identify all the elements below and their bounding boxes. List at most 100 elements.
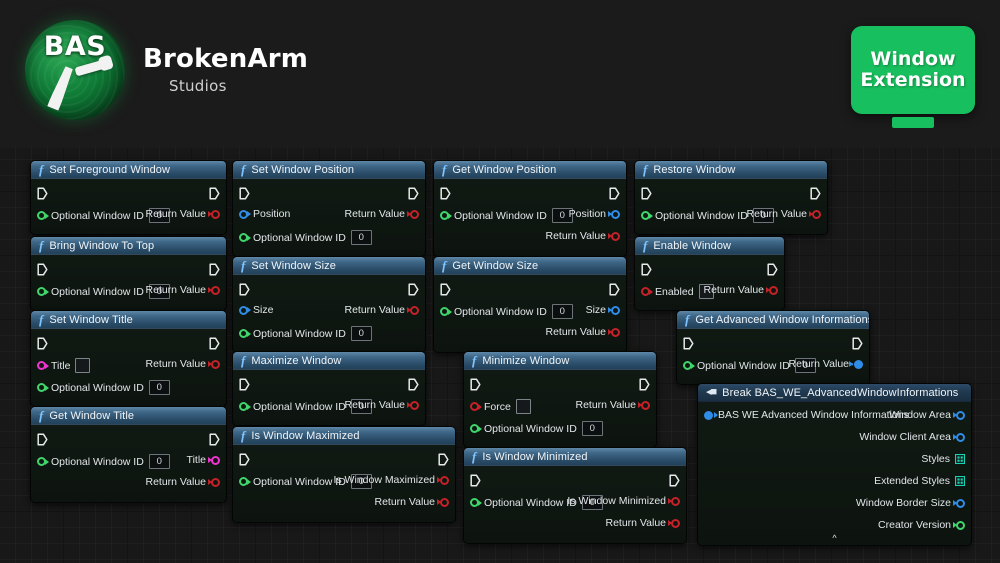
exec-out-pin[interactable]	[609, 283, 620, 296]
pin-connector[interactable]	[608, 327, 620, 337]
node-header[interactable]: ◂■ Break BAS_WE_AdvancedWindowInformation…	[698, 384, 971, 402]
exec-in-pin[interactable]	[37, 263, 48, 276]
node-maximize-window[interactable]: f Maximize Window Optional Window ID 0 Retur…	[232, 351, 426, 426]
pin-connector[interactable]	[37, 457, 49, 466]
pin-connector[interactable]	[470, 402, 482, 411]
pin-right[interactable]: Return Value	[788, 358, 863, 370]
node-minimize-window[interactable]: f Minimize Window Force Return Value Optiona…	[463, 351, 657, 448]
pin-value-input[interactable]: 0	[350, 326, 372, 341]
exec-in-pin[interactable]	[239, 453, 250, 466]
pin-right[interactable]: Is Window Minimized	[567, 495, 680, 507]
pin-connector[interactable]	[437, 497, 449, 507]
pin-left[interactable]: Size	[239, 304, 273, 316]
node-header[interactable]: f Get Window Position	[434, 161, 626, 179]
pin-connector[interactable]	[407, 305, 419, 315]
node-header[interactable]: f Minimize Window	[464, 352, 656, 370]
node-enable-window[interactable]: f Enable Window Enabled Return Value	[634, 236, 785, 311]
node-set-window-position[interactable]: f Set Window Position Position Return Value…	[232, 160, 426, 257]
exec-out-pin[interactable]	[852, 337, 863, 350]
pin-connector[interactable]	[37, 383, 49, 392]
exec-out-pin[interactable]	[639, 378, 650, 391]
exec-out-pin[interactable]	[408, 187, 419, 200]
node-header[interactable]: f Get Advanced Window Informations	[677, 311, 869, 329]
pin-right[interactable]: Styles	[921, 453, 965, 465]
pin-value-input[interactable]: 0	[148, 454, 170, 469]
pin-connector[interactable]	[37, 287, 49, 296]
pin-right[interactable]: Return Value	[575, 399, 650, 411]
exec-out-pin[interactable]	[408, 378, 419, 391]
pin-right[interactable]: Return Value	[344, 208, 419, 220]
exec-out-pin[interactable]	[767, 263, 778, 276]
pin-left[interactable]: Title	[37, 358, 91, 373]
node-set-window-title[interactable]: f Set Window Title Title Return Value Option…	[30, 310, 227, 407]
pin-right[interactable]: Return Value	[344, 399, 419, 411]
pin-connector[interactable]	[849, 359, 863, 369]
pin-right[interactable]: Extended Styles	[874, 475, 965, 487]
pin-value-input[interactable]: 0	[148, 380, 170, 395]
pin-connector[interactable]	[953, 432, 965, 442]
pin-value-input[interactable]: 0	[350, 230, 372, 245]
pin-connector[interactable]	[668, 496, 680, 506]
pin-right[interactable]: Return Value	[145, 476, 220, 488]
pin-right[interactable]: Return Value	[605, 517, 680, 529]
exec-in-pin[interactable]	[239, 283, 250, 296]
pin-checkbox[interactable]	[515, 399, 531, 414]
pin-connector[interactable]	[470, 424, 482, 433]
pin-connector[interactable]	[608, 231, 620, 241]
pin-right[interactable]: Return Value	[145, 208, 220, 220]
pin-connector[interactable]	[208, 285, 220, 295]
exec-in-pin[interactable]	[470, 378, 481, 391]
pin-right[interactable]: Size	[586, 304, 620, 316]
node-bring-window-to-top[interactable]: f Bring Window To Top Optional Window ID 0 R…	[30, 236, 227, 311]
exec-out-pin[interactable]	[408, 283, 419, 296]
pin-connector[interactable]	[809, 209, 821, 219]
collapse-chevron-icon[interactable]: ^	[832, 534, 836, 543]
exec-in-pin[interactable]	[683, 337, 694, 350]
exec-out-pin[interactable]	[209, 263, 220, 276]
pin-left[interactable]: Force	[470, 399, 531, 414]
pin-connector[interactable]	[208, 359, 220, 369]
pin-connector[interactable]	[437, 475, 449, 485]
pin-right[interactable]: Window Area	[889, 409, 965, 421]
pin-right[interactable]: Return Value	[145, 358, 220, 370]
pin-connector[interactable]	[407, 400, 419, 410]
node-restore-window[interactable]: f Restore Window Optional Window ID 0 Return…	[634, 160, 828, 235]
pin-connector[interactable]	[641, 287, 653, 296]
exec-out-pin[interactable]	[669, 474, 680, 487]
pin-left[interactable]: Optional Window ID 0	[239, 326, 372, 341]
pin-connector[interactable]	[608, 305, 620, 315]
exec-out-pin[interactable]	[209, 187, 220, 200]
node-header[interactable]: f Restore Window	[635, 161, 827, 179]
pin-right[interactable]: Return Value	[545, 230, 620, 242]
pin-right[interactable]: Return Value	[545, 326, 620, 338]
pin-right[interactable]: Is Window Maximized	[333, 474, 449, 486]
exec-out-pin[interactable]	[609, 187, 620, 200]
pin-connector[interactable]	[470, 498, 482, 507]
pin-connector[interactable]	[953, 410, 965, 420]
pin-connector[interactable]	[208, 209, 220, 219]
exec-in-pin[interactable]	[470, 474, 481, 487]
exec-in-pin[interactable]	[37, 337, 48, 350]
pin-left[interactable]: Optional Window ID 0	[239, 230, 372, 245]
exec-in-pin[interactable]	[440, 283, 451, 296]
node-set-window-size[interactable]: f Set Window Size Size Return Value Optional…	[232, 256, 426, 353]
pin-connector[interactable]	[239, 233, 251, 242]
pin-connector[interactable]	[704, 410, 718, 420]
node-header[interactable]: f Set Window Size	[233, 257, 425, 275]
node-header[interactable]: f Set Foreground Window	[31, 161, 226, 179]
pin-left[interactable]: Optional Window ID 0	[440, 304, 573, 319]
pin-checkbox[interactable]	[75, 358, 91, 373]
node-get-window-size[interactable]: f Get Window Size Optional Window ID 0 Size R…	[433, 256, 627, 353]
pin-connector[interactable]	[440, 307, 452, 316]
pin-connector[interactable]	[239, 329, 251, 338]
pin-connector[interactable]	[641, 211, 653, 220]
node-header[interactable]: f Is Window Maximized	[233, 427, 455, 445]
exec-in-pin[interactable]	[37, 187, 48, 200]
pin-left[interactable]: BAS WE Advanced Window Informations	[704, 409, 909, 421]
pin-value-input[interactable]: 0	[551, 304, 573, 319]
node-header[interactable]: f Is Window Minimized	[464, 448, 686, 466]
node-get-advanced-window-informations[interactable]: f Get Advanced Window Informations Optiona…	[676, 310, 870, 385]
exec-in-pin[interactable]	[440, 187, 451, 200]
pin-left[interactable]: Optional Window ID 0	[470, 421, 603, 436]
blueprint-graph-canvas[interactable]: BAS BrokenArm Studios Window Extension f…	[0, 0, 1000, 563]
